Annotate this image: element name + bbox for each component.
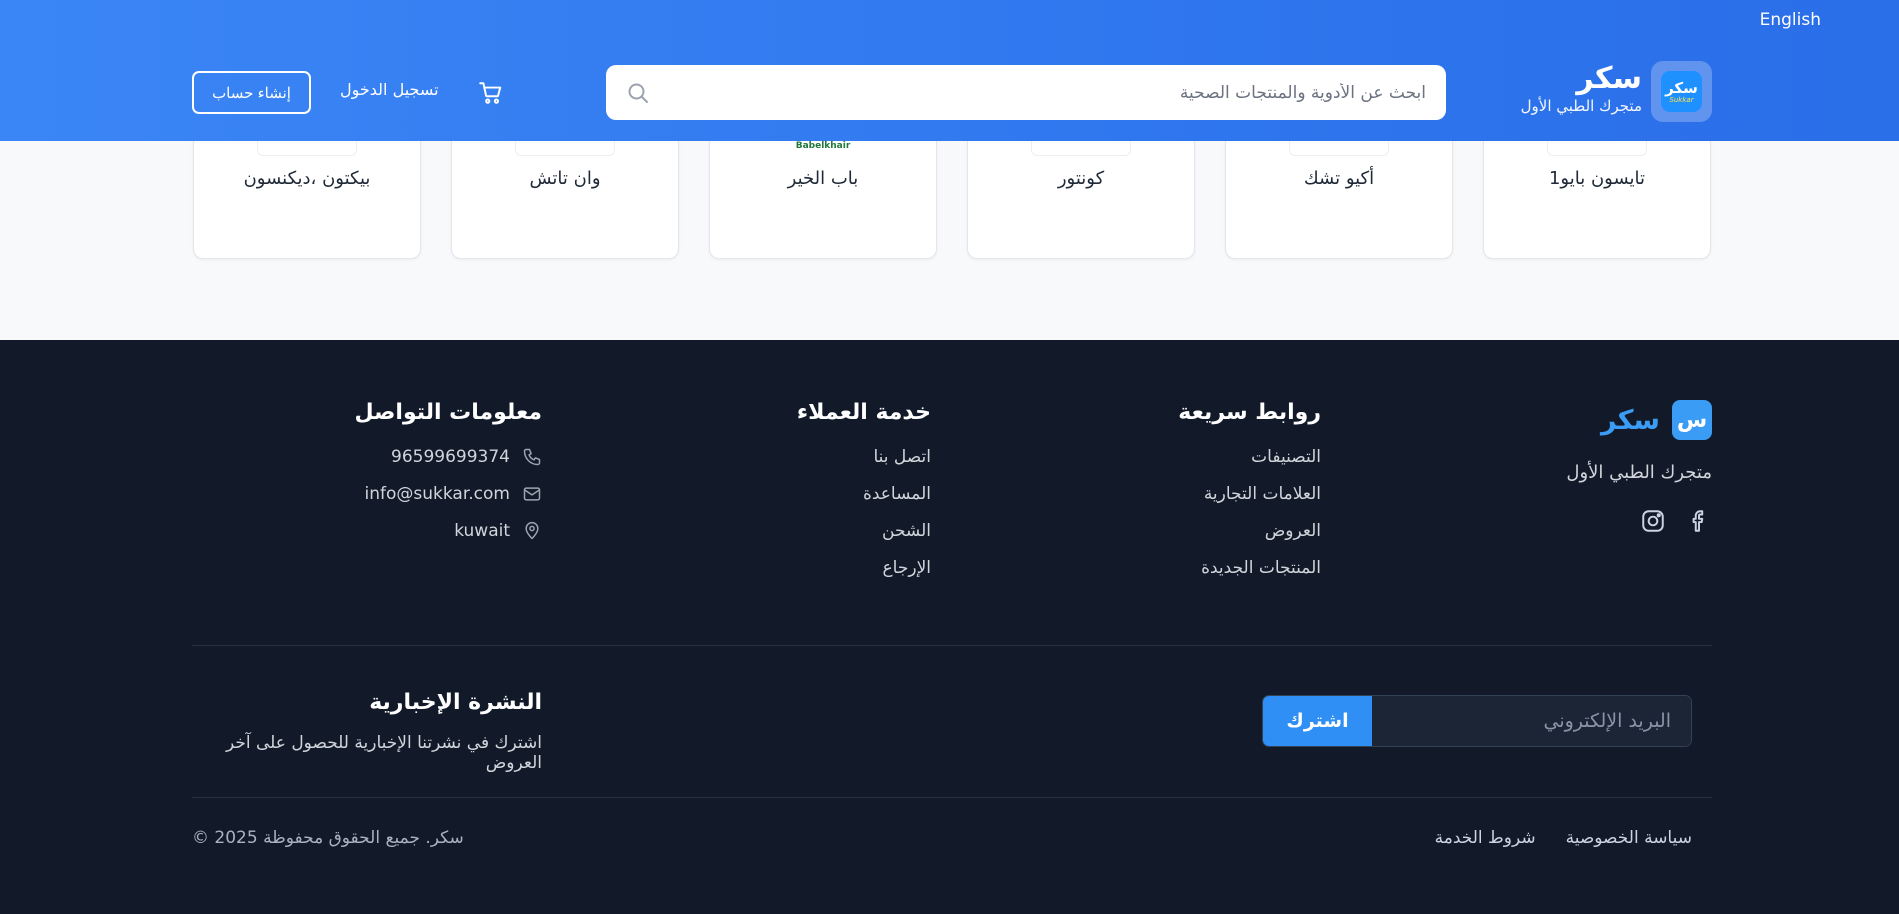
footer-divider (192, 645, 1712, 646)
brand-card[interactable]: أكيو تشك (1225, 121, 1453, 259)
signup-button[interactable]: إنشاء حساب (192, 71, 311, 114)
brand-card-name: باب الخير (787, 168, 859, 189)
footer-link-shipping[interactable]: الشحن (797, 521, 931, 541)
newsletter-title: النشرة الإخبارية (369, 690, 542, 715)
footer-link-brands[interactable]: العلامات التجارية (1178, 484, 1321, 504)
contact-email: info@sukkar.com (355, 484, 542, 504)
brand-card-name: تايسون بايو1 (1548, 168, 1646, 189)
brand-card-name: كونتور (1057, 168, 1105, 189)
footer-divider (192, 797, 1712, 798)
contact-location: kuwait (355, 521, 542, 541)
brand-card[interactable]: كونتور (967, 121, 1195, 259)
footer-logo-mark: س (1672, 400, 1712, 440)
site-logo[interactable]: سكر Sukkar (1651, 61, 1712, 122)
customer-service-column: خدمة العملاء اتصل بنا المساعدة الشحن الإ… (797, 400, 931, 595)
copyright-text: © 2025 سكر. جميع الحقوق محفوظة (192, 828, 464, 848)
footer-link-categories[interactable]: التصنيفات (1178, 447, 1321, 467)
brand-card-name: بيكتون ،ديكنسون (243, 168, 371, 189)
footer-logo[interactable]: سكر س (1601, 400, 1712, 440)
logo-text-en: Sukkar (1669, 95, 1694, 104)
location-text: kuwait (454, 521, 510, 541)
instagram-icon[interactable] (1640, 508, 1666, 534)
quick-links-title: روابط سريعة (1178, 400, 1321, 425)
brand-card[interactable]: بيكتون ،ديكنسون (193, 121, 421, 259)
newsletter-email-input[interactable] (1372, 696, 1691, 746)
brand-card[interactable]: وان تاتش (451, 121, 679, 259)
logo-text-ar: سكر (1665, 78, 1698, 97)
contact-column: معلومات التواصل 96599699374 info@sukkar.… (355, 400, 542, 558)
footer-link-new-products[interactable]: المنتجات الجديدة (1178, 558, 1321, 578)
search-input[interactable] (666, 82, 1426, 103)
footer-link-offers[interactable]: العروض (1178, 521, 1321, 541)
phone-icon (522, 447, 542, 467)
email-address[interactable]: info@sukkar.com (365, 484, 510, 504)
cart-icon[interactable] (478, 80, 504, 106)
footer-tagline: متجرك الطبي الأول (1566, 462, 1712, 483)
legal-links: سياسة الخصوصية شروط الخدمة (1435, 828, 1692, 848)
customer-service-title: خدمة العملاء (796, 400, 931, 425)
site-footer: سكر س متجرك الطبي الأول روابط سريعة التص… (0, 340, 1899, 914)
brand-tagline: متجرك الطبي الأول (1520, 97, 1642, 115)
privacy-policy-link[interactable]: سياسة الخصوصية (1566, 828, 1692, 848)
quick-links-column: روابط سريعة التصنيفات العلامات التجارية … (1178, 400, 1321, 595)
brand-card[interactable]: Babelkhair باب الخير (709, 121, 937, 259)
facebook-icon[interactable] (1686, 508, 1712, 534)
brand-name: سكر (1576, 61, 1642, 96)
search-bar (606, 65, 1446, 120)
brand-logo-text: Babelkhair (795, 141, 851, 151)
footer-brand-name: سكر (1600, 404, 1660, 436)
brand-card[interactable]: تايسون بايو1 (1483, 121, 1711, 259)
newsletter-subtitle: اشترك في نشرتنا الإخبارية للحصول على آخر… (225, 733, 542, 773)
social-links (1640, 508, 1712, 534)
terms-of-service-link[interactable]: شروط الخدمة (1435, 828, 1536, 848)
language-switch-link[interactable]: English (1760, 10, 1821, 30)
site-header: English سكر Sukkar سكر متجرك الطبي الأول… (0, 0, 1899, 141)
footer-link-returns[interactable]: الإرجاع (797, 558, 931, 578)
brands-row: تايسون بايو1 أكيو تشك كونتور Babelkhair … (192, 121, 1711, 259)
newsletter-form: اشترك (1262, 695, 1692, 747)
contact-phone: 96599699374 (355, 447, 542, 467)
subscribe-button[interactable]: اشترك (1263, 696, 1372, 746)
map-pin-icon (522, 521, 542, 541)
logo-mark: سكر Sukkar (1661, 71, 1702, 112)
phone-number[interactable]: 96599699374 (391, 447, 510, 467)
brand-block: سكر متجرك الطبي الأول (1521, 62, 1642, 116)
brand-card-name: أكيو تشك (1303, 168, 1375, 189)
brand-card-name: وان تاتش (529, 168, 601, 189)
footer-link-contact[interactable]: اتصل بنا (797, 447, 931, 467)
mail-icon (522, 484, 542, 504)
login-link[interactable]: تسجيل الدخول (340, 80, 439, 99)
footer-link-help[interactable]: المساعدة (797, 484, 931, 504)
search-icon[interactable] (626, 81, 650, 105)
contact-title: معلومات التواصل (354, 400, 542, 425)
